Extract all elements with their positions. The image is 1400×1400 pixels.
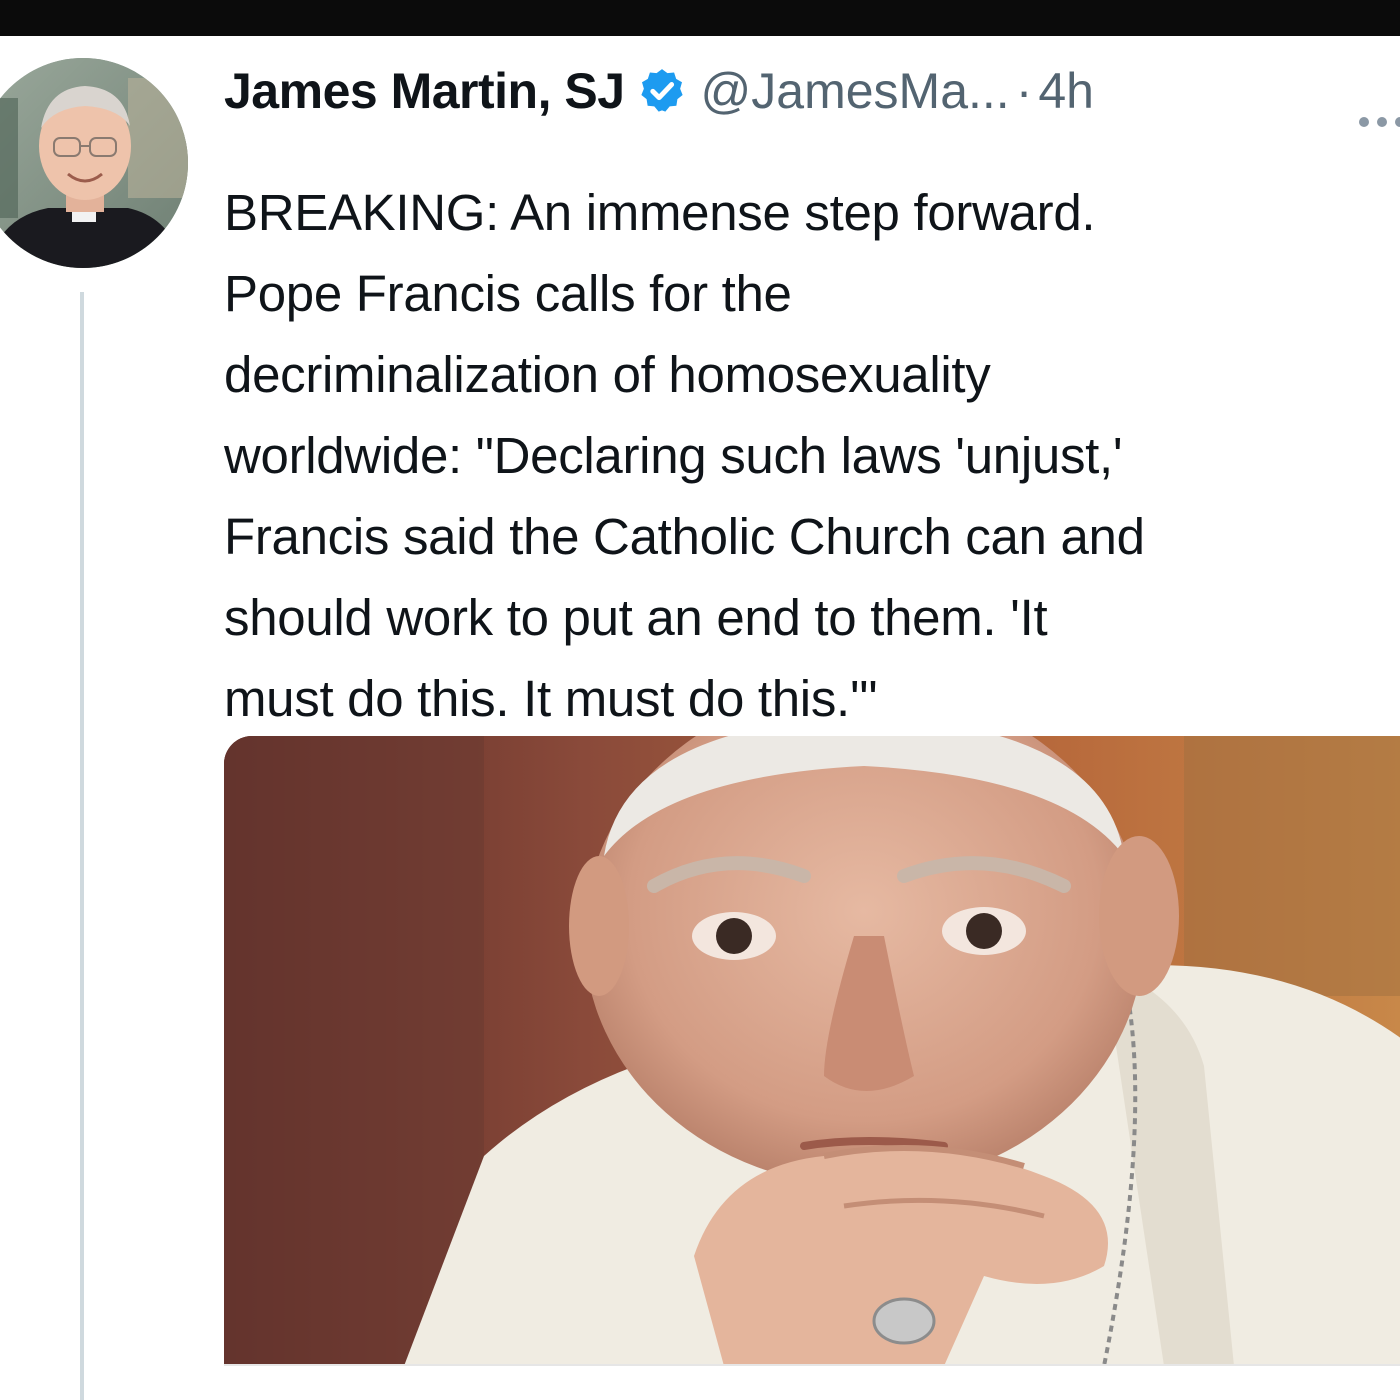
thread-line	[80, 292, 84, 1400]
author-name[interactable]: James Martin, SJ	[224, 62, 625, 120]
author-avatar[interactable]	[0, 58, 188, 268]
media-bottom-edge	[224, 1364, 1400, 1400]
verified-badge-icon	[637, 66, 687, 116]
header-separator: ·	[1015, 63, 1033, 119]
top-bar	[0, 0, 1400, 36]
author-handle[interactable]: @JamesMa...	[701, 62, 1010, 120]
tweet-timestamp[interactable]: 4h	[1038, 62, 1094, 120]
tweet-media-image[interactable]	[224, 736, 1400, 1366]
tweet-card[interactable]: James Martin, SJ @JamesMa... · 4h BREAKI…	[0, 36, 1400, 1400]
more-options-icon[interactable]	[1356, 112, 1400, 132]
tweet-header: James Martin, SJ @JamesMa... · 4h	[224, 56, 1094, 126]
tweet-text: BREAKING: An immense step forward. Pope …	[224, 184, 1145, 727]
